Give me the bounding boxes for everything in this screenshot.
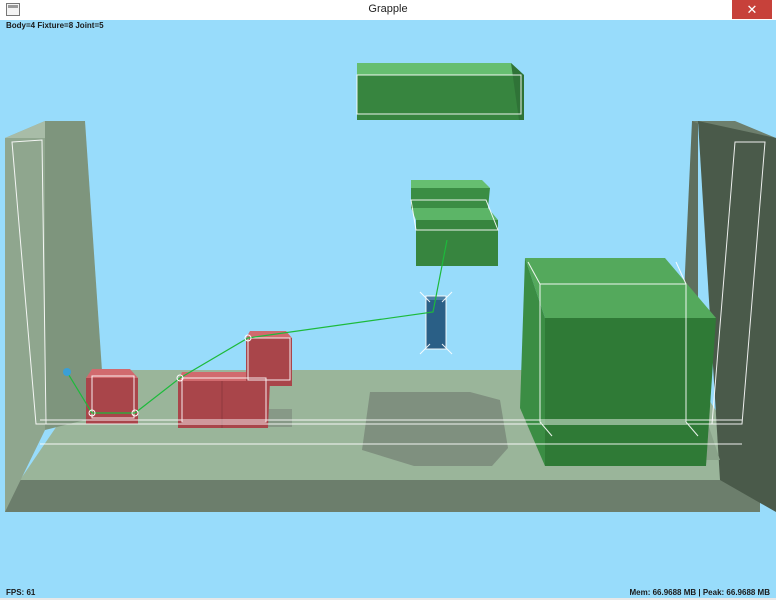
game-viewport[interactable]: Body=4 Fixture=8 Joint=5 FPS: 61 Mem: 66… bbox=[0, 20, 776, 598]
green-block-top-face bbox=[357, 63, 524, 75]
debug-stats-label: Body=4 Fixture=8 Joint=5 bbox=[6, 21, 104, 30]
red-box-3-front bbox=[246, 338, 292, 386]
shadow-center bbox=[362, 392, 508, 466]
red-box-1-top bbox=[86, 369, 138, 378]
close-button[interactable]: ✕ bbox=[732, 0, 772, 19]
scene-3d bbox=[5, 63, 776, 512]
green-block-mid-front2 bbox=[416, 220, 498, 266]
title-bar[interactable]: Grapple ✕ bbox=[0, 0, 776, 21]
green-block-top-front bbox=[357, 75, 524, 120]
green-block-mid-front bbox=[411, 188, 490, 208]
window-title: Grapple bbox=[368, 3, 408, 15]
blue-piece bbox=[426, 296, 446, 349]
player-ball bbox=[63, 368, 71, 376]
floor-front bbox=[5, 480, 760, 512]
green-block-mid-face2 bbox=[411, 208, 498, 220]
green-block-mid-face bbox=[411, 180, 490, 188]
red-box-1-front bbox=[86, 378, 138, 424]
red-box-2-front bbox=[178, 381, 270, 428]
memory-label: Mem: 66.9688 MB | Peak: 66.9688 MB bbox=[629, 588, 770, 597]
fps-label: FPS: 61 bbox=[6, 588, 36, 597]
